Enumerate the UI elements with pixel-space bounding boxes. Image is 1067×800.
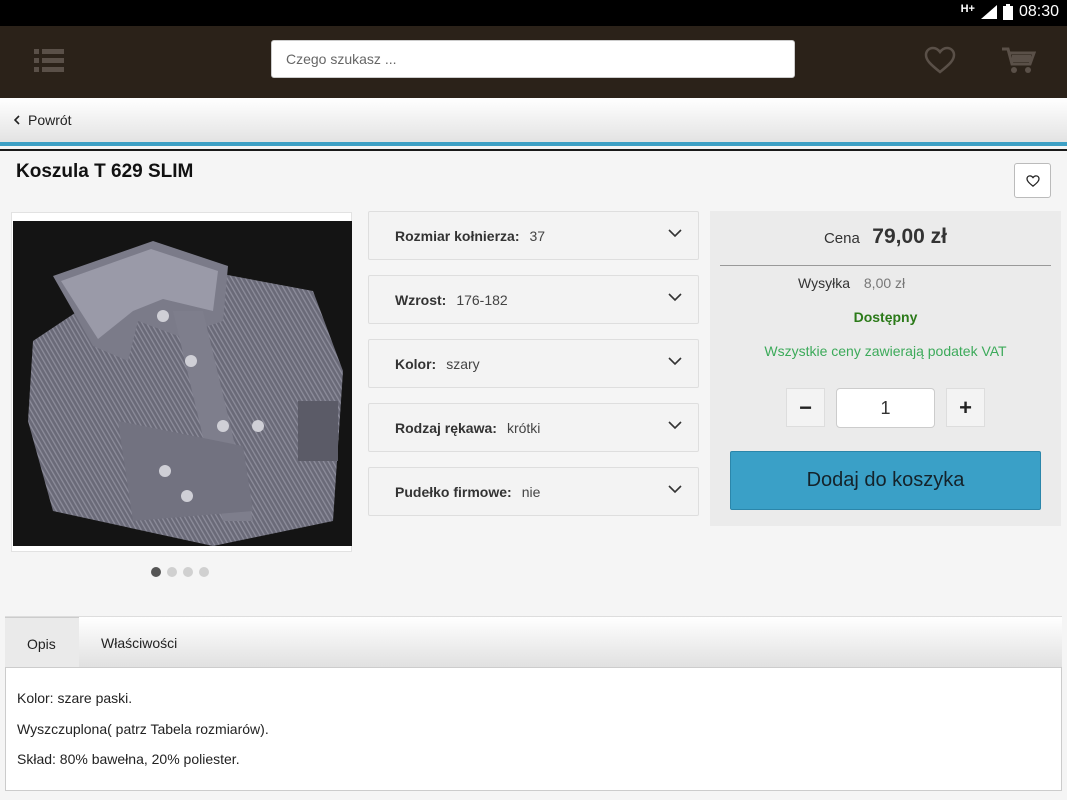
price-divider [720,265,1051,266]
option-color[interactable]: Kolor: szary [368,339,699,388]
price-label: Cena [823,230,860,247]
gallery-dot[interactable] [151,567,161,577]
chevron-down-icon [668,485,682,494]
price-value: 79,00 zł [872,225,948,248]
add-to-wishlist-button[interactable] [1014,163,1051,198]
option-sleeve-type[interactable]: Rodzaj rękawa: krótki [368,403,699,452]
product-options: Rozmiar kołnierza: 37 Wzrost: 176-182 Ko… [368,211,699,531]
chevron-down-icon [668,229,682,238]
chevron-down-icon [668,421,682,430]
gallery-dot[interactable] [199,567,209,577]
option-label: Rozmiar kołnierza: [395,227,520,244]
option-height[interactable]: Wzrost: 176-182 [368,275,699,324]
divider [0,149,1067,151]
product-title: Koszula T 629 SLIM [16,161,194,182]
clock: 08:30 [1018,3,1059,20]
quantity-input[interactable] [836,388,935,428]
description-panel: Kolor: szare paski. Wyszczuplona( patrz … [5,667,1062,791]
price-panel: Cena 79,00 zł Wysyłka 8,00 zł Dostępny W… [710,211,1061,526]
product-image[interactable] [13,221,352,546]
search-box [271,40,795,78]
network-type: H+ [960,3,975,15]
quantity-decrease-button[interactable]: − [786,388,825,427]
chevron-left-icon [14,115,20,125]
heart-icon [1025,174,1040,187]
product-tabs: Opis Właściwości [5,616,1062,669]
option-label: Pudełko firmowe: [395,483,512,500]
option-label: Kolor: [395,355,437,372]
gallery-dot[interactable] [183,567,193,577]
gallery-dot[interactable] [167,567,177,577]
tab-properties[interactable]: Właściwości [79,617,199,669]
option-value: nie [521,483,541,500]
option-collar-size[interactable]: Rozmiar kołnierza: 37 [368,211,699,260]
app-header [0,26,1067,98]
description-line: Skład: 80% bawełna, 20% poliester. [17,751,240,767]
back-bar: Powrót [0,98,1067,146]
option-value: krótki [506,419,541,436]
option-value: 176-182 [456,291,508,308]
signal-icon [980,5,997,19]
availability-status: Dostępny [853,309,918,325]
wishlist-heart-icon[interactable] [924,46,956,74]
cart-icon[interactable] [1000,46,1036,74]
option-gift-box[interactable]: Pudełko firmowe: nie [368,467,699,516]
option-value: szary [446,355,480,372]
vat-note: Wszystkie ceny zawierają podatek VAT [764,343,1007,359]
status-bar: H+ 08:30 [0,0,1067,26]
quantity-increase-button[interactable]: + [946,388,985,427]
description-line: Wyszczuplona( patrz Tabela rozmiarów). [17,721,269,737]
option-label: Rodzaj rękawa: [395,419,497,436]
search-input[interactable] [272,41,794,77]
add-to-cart-button[interactable]: Dodaj do koszyka [730,451,1041,510]
shirt-illustration [13,221,352,546]
product-gallery[interactable] [11,212,352,552]
shipping-label: Wysyłka [798,275,850,291]
menu-icon[interactable] [34,48,64,72]
shipping-row: Wysyłka 8,00 zł [798,275,905,291]
tab-description[interactable]: Opis [5,617,79,669]
description-line: Kolor: szare paski. [17,690,133,706]
gallery-pagination [151,567,209,577]
battery-icon [1002,4,1013,20]
price-row: Cena 79,00 zł [710,225,1061,249]
option-value: 37 [529,227,546,244]
chevron-down-icon [668,293,682,302]
back-label: Powrót [28,112,72,128]
back-button[interactable]: Powrót [14,112,72,128]
chevron-down-icon [668,357,682,366]
option-label: Wzrost: [395,291,447,308]
shipping-value: 8,00 zł [863,275,906,291]
